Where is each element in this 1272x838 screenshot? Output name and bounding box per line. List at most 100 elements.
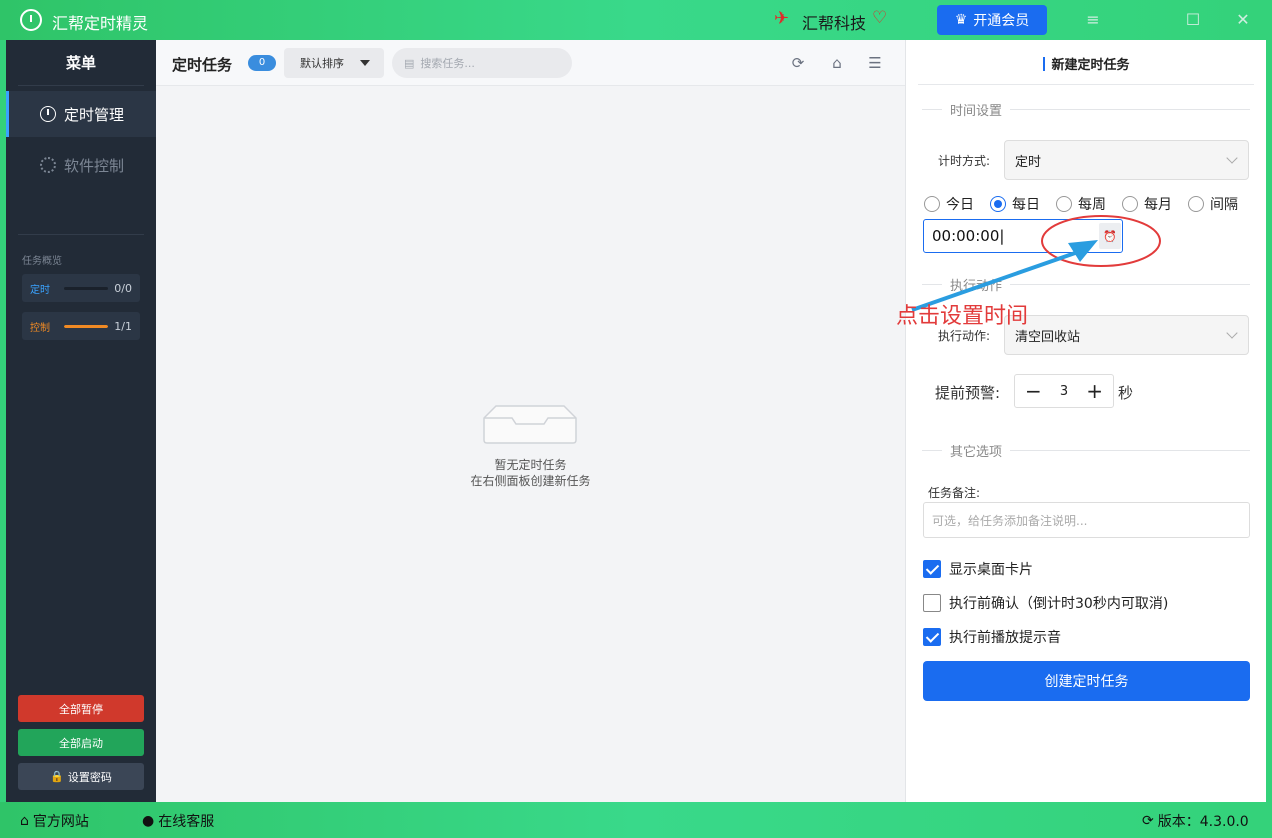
search-icon: ▤ (404, 56, 415, 70)
crown-icon: ♛ (954, 12, 968, 28)
timing-mode-value: 定时 (1015, 154, 1042, 170)
timing-mode-select[interactable]: 定时 (1004, 140, 1249, 180)
section-divider (18, 234, 144, 235)
confirm-before-execute-checkbox[interactable]: 执行前确认（倒计时30秒内可取消) (923, 593, 1168, 613)
section-title: 执行动作 (950, 278, 1003, 294)
maximize-icon[interactable]: ☐ (1181, 8, 1205, 32)
online-support-link[interactable]: ● 在线客服 (142, 811, 214, 831)
sidebar-item-software-control[interactable]: 软件控制 (6, 142, 156, 188)
note-input[interactable]: 可选，给任务添加备注说明... (923, 502, 1250, 538)
task-list-header: 定时任务 0 默认排序 ▤ 搜索任务... ⟳ ⌂ ☰ (156, 40, 905, 86)
sort-select-label: 默认排序 (300, 57, 344, 70)
radio-button[interactable] (924, 196, 940, 212)
checkbox-label: 执行前播放提示音 (949, 630, 1061, 646)
empty-state-hint: 在右侧面板创建新任务 (470, 474, 591, 488)
overview-progress (64, 324, 109, 328)
sidebar-item-label: 定时管理 (64, 105, 125, 124)
footer-bar: ⌂ 官方网站 ● 在线客服 ⟳ 版本：4.3.0.0 (0, 802, 1272, 838)
set-password-button[interactable]: 🔒 设置密码 (18, 763, 144, 790)
page-title: 定时任务 (172, 56, 233, 74)
radio-monthly[interactable]: 每月 (1122, 194, 1172, 214)
pause-all-button[interactable]: 全部暂停 (18, 695, 144, 722)
vip-button-label: 开通会员 (973, 13, 1030, 29)
checkbox[interactable] (923, 628, 941, 646)
task-count-badge: 0 (248, 55, 276, 71)
chevron-down-icon (1226, 327, 1238, 339)
alarm-clock-icon (40, 106, 56, 122)
checkbox[interactable] (923, 560, 941, 578)
timing-mode-label: 计时方式: (938, 154, 991, 168)
chevron-down-icon (1226, 152, 1238, 164)
note-label: 任务备注: (928, 486, 981, 500)
clean-icon[interactable]: ⌂ (828, 54, 846, 72)
radio-interval[interactable]: 间隔 (1188, 194, 1238, 214)
log-icon[interactable]: ☰ (866, 54, 884, 72)
overview-row-control: 控制 1/1 (22, 312, 140, 340)
footer-label: 官方网站 (32, 814, 89, 830)
plus-button[interactable]: + (1086, 381, 1103, 401)
menu-divider (18, 85, 144, 86)
start-all-button[interactable]: 全部启动 (18, 729, 144, 756)
checkbox-label: 执行前确认（倒计时30秒内可取消) (949, 596, 1169, 612)
warn-value[interactable]: 3 (1060, 384, 1068, 399)
warn-unit: 秒 (1118, 384, 1134, 402)
radio-label: 每月 (1144, 197, 1172, 213)
panel-title: 新建定时任务 (906, 54, 1267, 73)
gear-icon (40, 157, 56, 173)
time-input[interactable]: 00:00:00 | (923, 219, 1123, 253)
search-placeholder: 搜索任务... (420, 57, 475, 70)
show-desktop-card-checkbox[interactable]: 显示桌面卡片 (923, 559, 1033, 579)
time-picker-button[interactable]: ⏰ (1099, 223, 1121, 249)
overview-label: 任务概览 (22, 256, 62, 267)
minus-button[interactable]: − (1025, 381, 1042, 401)
annotation-text: 点击设置时间 (896, 304, 1029, 329)
panel-divider (918, 84, 1254, 85)
checkbox[interactable] (923, 594, 941, 612)
alarm-clock-icon: ⏰ (1103, 229, 1117, 243)
task-list-area: 定时任务 0 默认排序 ▤ 搜索任务... ⟳ ⌂ ☰ 暂无定时任务 在右侧面板… (156, 40, 905, 802)
radio-label: 每周 (1078, 197, 1106, 213)
search-input[interactable]: ▤ 搜索任务... (392, 48, 572, 78)
home-icon: ⌂ (20, 813, 29, 829)
create-task-button[interactable]: 创建定时任务 (923, 661, 1250, 701)
section-other: 其它选项 (922, 440, 1250, 460)
sidebar-item-label: 软件控制 (64, 156, 125, 175)
repeat-radio-group: 今日 每日 每周 每月 间隔 (924, 194, 1254, 214)
official-website-link[interactable]: ⌂ 官方网站 (20, 811, 89, 831)
action-select[interactable]: 清空回收站 (1004, 315, 1249, 355)
new-task-panel: 新建定时任务 时间设置 计时方式: 定时 今日 每日 每周 每月 间隔 00:0… (905, 40, 1266, 802)
close-icon[interactable]: ✕ (1231, 8, 1255, 32)
play-sound-checkbox[interactable]: 执行前播放提示音 (923, 627, 1061, 647)
section-time-settings: 时间设置 (922, 99, 1250, 119)
set-password-label: 设置密码 (67, 770, 112, 784)
user-icon: ● (142, 813, 155, 829)
radio-label: 间隔 (1210, 197, 1238, 213)
lock-icon: 🔒 (50, 770, 64, 783)
radio-today[interactable]: 今日 (924, 194, 974, 214)
section-title: 时间设置 (950, 103, 1003, 119)
radio-button[interactable] (1188, 196, 1204, 212)
version-info[interactable]: ⟳ 版本：4.3.0.0 (1142, 811, 1249, 831)
radio-weekly[interactable]: 每周 (1056, 194, 1106, 214)
radio-button[interactable] (990, 196, 1006, 212)
footer-label: 在线客服 (158, 814, 215, 830)
sort-select[interactable]: 默认排序 (284, 48, 384, 78)
overview-progress (64, 286, 109, 290)
radio-button[interactable] (1056, 196, 1072, 212)
sidebar: 菜单 定时管理 软件控制 任务概览 定时 0/0 控制 1/1 全部暂停 全部启… (6, 40, 156, 802)
app-title: 汇帮定时精灵 (52, 14, 149, 33)
time-value: 00:00:00 (932, 227, 1000, 245)
radio-label: 今日 (946, 197, 974, 213)
refresh-icon[interactable]: ⟳ (789, 54, 807, 72)
heart-icon: ♡ (872, 8, 888, 28)
radio-daily[interactable]: 每日 (990, 194, 1040, 214)
title-bar: 汇帮定时精灵 ✈ 汇帮科技 ♡ ♛ 开通会员 ≡ ☐ ✕ (0, 0, 1272, 40)
brand-logo-icon: ✈ (774, 8, 790, 29)
menu-icon[interactable]: ≡ (1081, 8, 1105, 32)
refresh-icon: ⟳ (1142, 813, 1154, 829)
section-title: 其它选项 (950, 444, 1003, 460)
sidebar-item-timer-management[interactable]: 定时管理 (6, 91, 156, 137)
overview-count: 0/0 (114, 281, 132, 295)
vip-button[interactable]: ♛ 开通会员 (937, 5, 1047, 35)
radio-button[interactable] (1122, 196, 1138, 212)
